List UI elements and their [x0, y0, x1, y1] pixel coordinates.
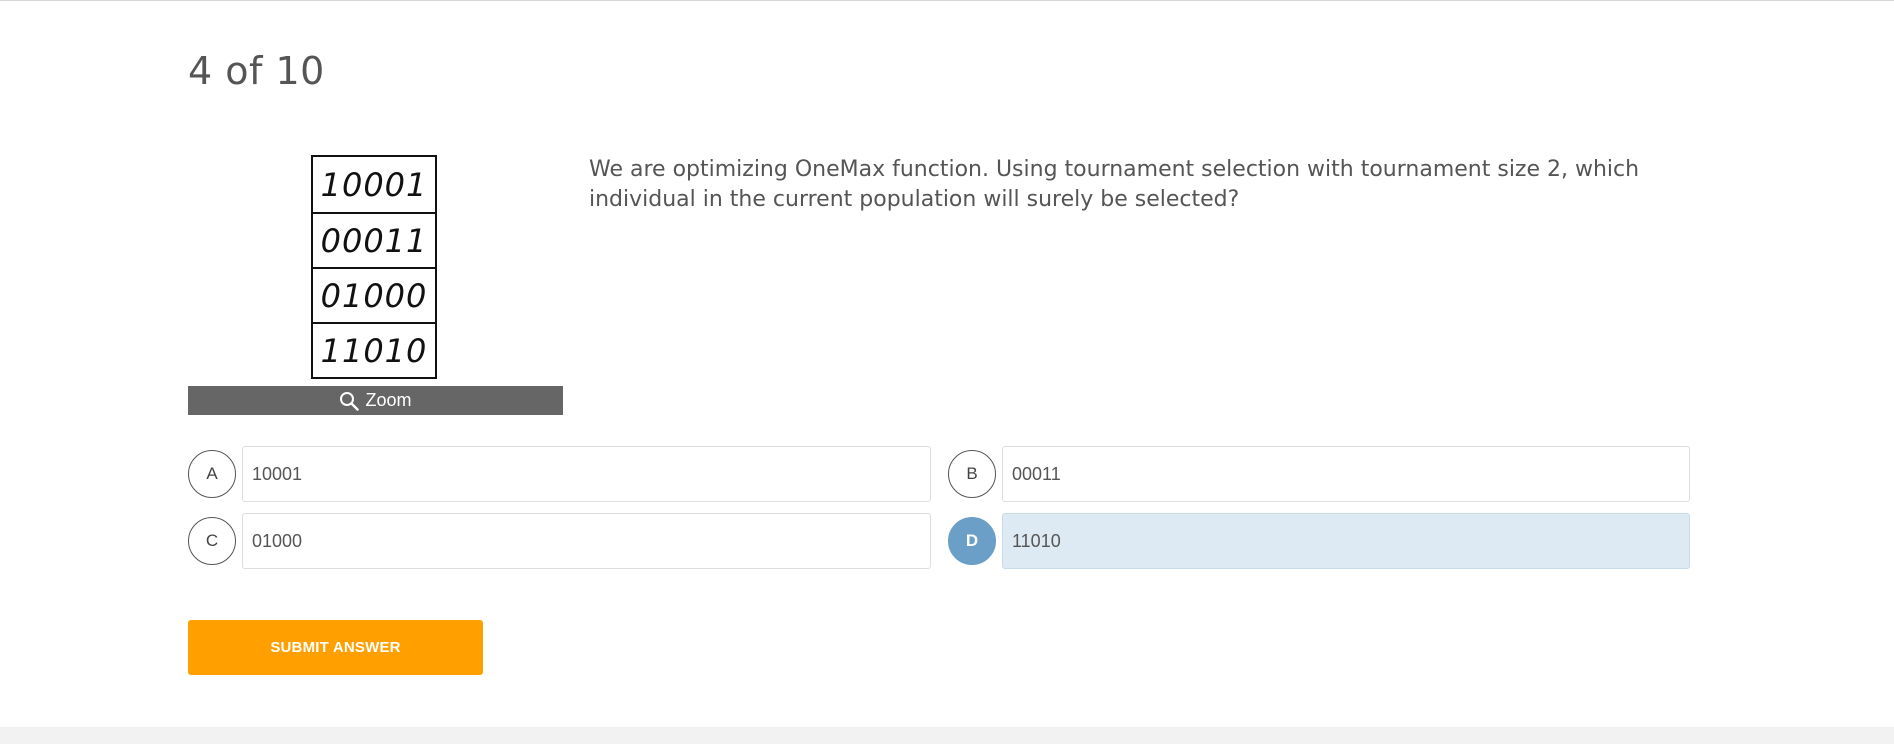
option-letter-badge: A [188, 450, 236, 498]
option-a[interactable]: A 10001 [188, 446, 931, 502]
zoom-button[interactable]: Zoom [188, 386, 563, 415]
submit-answer-button[interactable]: SUBMIT ANSWER [188, 620, 483, 675]
option-letter-badge: D [948, 517, 996, 565]
footer-band [0, 727, 1894, 744]
question-progress: 4 of 10 [188, 49, 325, 93]
option-d[interactable]: D 11010 [948, 513, 1690, 569]
option-letter-badge: C [188, 517, 236, 565]
population-table: 10001 00011 01000 11010 [311, 155, 437, 379]
option-c[interactable]: C 01000 [188, 513, 931, 569]
population-cell: 11010 [313, 322, 435, 377]
option-b[interactable]: B 00011 [948, 446, 1690, 502]
population-cell: 01000 [313, 267, 435, 322]
question-text: We are optimizing OneMax function. Using… [589, 157, 1640, 212]
magnifier-icon [340, 391, 360, 411]
zoom-label: Zoom [365, 390, 412, 410]
option-text: 10001 [242, 446, 931, 502]
option-letter-badge: B [948, 450, 996, 498]
option-text: 00011 [1002, 446, 1690, 502]
option-text: 11010 [1002, 513, 1690, 569]
top-divider [0, 0, 1894, 1]
question-figure: 10001 00011 01000 11010 Zoom [188, 153, 563, 415]
population-cell: 00011 [313, 212, 435, 267]
option-text: 01000 [242, 513, 931, 569]
population-cell: 10001 [320, 165, 428, 204]
